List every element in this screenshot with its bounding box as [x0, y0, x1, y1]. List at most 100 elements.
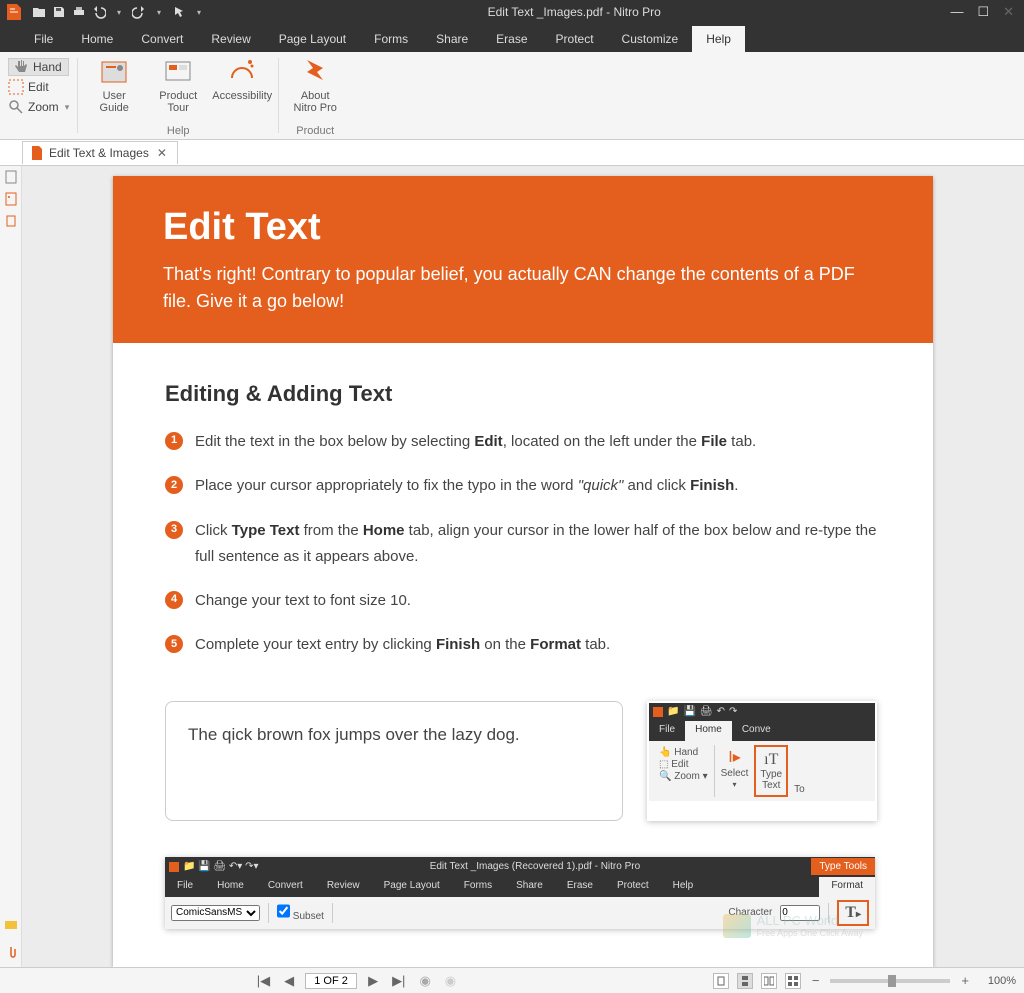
attachment-panel-icon[interactable] — [4, 945, 18, 959]
window-title: Edit Text _Images.pdf - Nitro Pro — [208, 5, 940, 19]
first-page-button[interactable]: |◀ — [254, 973, 273, 989]
prev-view-button[interactable]: ◉ — [416, 973, 433, 989]
tools-group: Hand Edit Zoom▾ — [0, 52, 77, 139]
product-tour-label: Product Tour — [159, 90, 197, 114]
page-input[interactable] — [305, 973, 357, 989]
document-tabs: Edit Text & Images ✕ — [0, 140, 1024, 166]
user-guide-icon — [98, 56, 130, 88]
minimize-button[interactable]: — — [950, 4, 963, 20]
step-2: 2Place your cursor appropriately to fix … — [165, 473, 877, 499]
section-title: Editing & Adding Text — [165, 381, 877, 407]
zoom-label: Zoom — [28, 100, 59, 114]
accessibility-icon — [226, 56, 258, 88]
edit-tool[interactable]: Edit — [8, 78, 69, 96]
help-group-title: Help — [167, 125, 190, 137]
step-number: 3 — [165, 521, 183, 539]
watermark-text: ALL PC World — [757, 913, 839, 928]
hand-icon — [13, 59, 29, 75]
next-view-button[interactable]: ◉ — [442, 973, 459, 989]
watermark-subtext: Free Apps One Click Away — [757, 928, 863, 938]
tab-page-layout[interactable]: Page Layout — [265, 26, 360, 52]
maximize-button[interactable]: ☐ — [977, 4, 989, 20]
watermark-icon — [723, 914, 751, 938]
step-number: 1 — [165, 432, 183, 450]
zoom-slider[interactable] — [830, 979, 950, 983]
file-menu[interactable]: File — [20, 26, 67, 52]
user-guide-label: User Guide — [100, 90, 129, 114]
prev-page-button[interactable]: ◀ — [281, 973, 297, 989]
comment-panel-icon[interactable] — [4, 919, 18, 933]
tab-review[interactable]: Review — [197, 26, 264, 52]
last-page-button[interactable]: ▶| — [389, 973, 408, 989]
hand-label: Hand — [33, 60, 62, 74]
zoom-tool[interactable]: Zoom▾ — [8, 98, 69, 116]
mini2-format-tab: Format — [819, 877, 875, 897]
step-3: 3Click Type Text from the Home tab, alig… — [165, 518, 877, 571]
view-single-button[interactable] — [713, 973, 729, 989]
close-tab-icon[interactable]: ✕ — [155, 146, 169, 160]
nitro-icon — [299, 56, 331, 88]
bookmarks-panel-icon[interactable] — [4, 192, 18, 206]
undo-icon[interactable] — [90, 3, 108, 21]
next-page-button[interactable]: ▶ — [365, 973, 381, 989]
ribbon: Hand Edit Zoom▾ User Guide Product Tour … — [0, 52, 1024, 140]
quick-access-toolbar: ▾ ▾ ▾ — [28, 3, 208, 21]
doc-tab-label: Edit Text & Images — [49, 146, 149, 160]
watermark: ALL PC WorldFree Apps One Click Away — [723, 913, 863, 938]
tab-home[interactable]: Home — [67, 26, 127, 52]
pages-panel-icon[interactable] — [4, 170, 18, 184]
tab-share[interactable]: Share — [422, 26, 482, 52]
product-tour-icon — [162, 56, 194, 88]
app-icon — [4, 2, 24, 22]
open-icon[interactable] — [30, 3, 48, 21]
view-facing-continuous-button[interactable] — [785, 973, 801, 989]
view-facing-button[interactable] — [761, 973, 777, 989]
help-group: User Guide Product Tour Accessibility He… — [78, 52, 278, 139]
page-area[interactable]: Edit Text That's right! Contrary to popu… — [22, 166, 1024, 967]
hero-banner: Edit Text That's right! Contrary to popu… — [113, 176, 933, 343]
product-tour-button[interactable]: Product Tour — [148, 56, 208, 114]
pdf-page: Edit Text That's right! Contrary to popu… — [113, 176, 933, 967]
mini-tab-convert: Conve — [732, 721, 781, 741]
app-thumbnail-1: 📁💾🖨↶↷ FileHomeConve 👆 Hand⬚ Edit🔍 Zoom ▾… — [647, 701, 877, 821]
status-bar: |◀ ◀ ▶ ▶| ◉ ◉ − + 100% — [0, 967, 1024, 993]
step-4: 4Change your text to font size 10. — [165, 588, 877, 614]
view-continuous-button[interactable] — [737, 973, 753, 989]
hero-title: Edit Text — [163, 206, 883, 249]
about-nitro-label: About Nitro Pro — [294, 90, 337, 114]
print-icon[interactable] — [70, 3, 88, 21]
steps-list: 1Edit the text in the box below by selec… — [165, 429, 877, 659]
tab-protect[interactable]: Protect — [542, 26, 608, 52]
typing-box: The qick brown fox jumps over the lazy d… — [165, 701, 623, 821]
select-tool-icon[interactable] — [170, 3, 188, 21]
mini2-title: Edit Text _Images (Recovered 1).pdf - Ni… — [259, 861, 812, 872]
window-controls: — ☐ ✕ — [940, 4, 1024, 20]
tab-erase[interactable]: Erase — [482, 26, 541, 52]
zoom-out-button[interactable]: − — [809, 973, 823, 988]
product-group: About Nitro Pro Product — [279, 52, 351, 139]
document-tab[interactable]: Edit Text & Images ✕ — [22, 141, 178, 164]
menu-tabs: File Home Convert Review Page Layout For… — [0, 24, 1024, 52]
redo-icon[interactable] — [130, 3, 148, 21]
tab-help[interactable]: Help — [692, 26, 745, 52]
mini2-typetools: Type Tools — [811, 858, 875, 875]
qat-dropdown3-icon[interactable]: ▾ — [190, 3, 208, 21]
hand-tool[interactable]: Hand — [8, 58, 69, 76]
about-nitro-button[interactable]: About Nitro Pro — [285, 56, 345, 114]
edit-icon — [8, 79, 24, 95]
tab-forms[interactable]: Forms — [360, 26, 422, 52]
mini2-font-select: ComicSansMS — [171, 905, 260, 921]
tab-customize[interactable]: Customize — [608, 26, 693, 52]
accessibility-button[interactable]: Accessibility — [212, 56, 272, 114]
zoom-in-button[interactable]: + — [958, 973, 972, 988]
step-number: 2 — [165, 476, 183, 494]
qat-dropdown2-icon[interactable]: ▾ — [150, 3, 168, 21]
step-5: 5Complete your text entry by clicking Fi… — [165, 632, 877, 658]
layers-panel-icon[interactable] — [4, 214, 18, 228]
tab-convert[interactable]: Convert — [127, 26, 197, 52]
close-button[interactable]: ✕ — [1003, 4, 1014, 20]
step-1: 1Edit the text in the box below by selec… — [165, 429, 877, 455]
save-icon[interactable] — [50, 3, 68, 21]
user-guide-button[interactable]: User Guide — [84, 56, 144, 114]
qat-dropdown-icon[interactable]: ▾ — [110, 3, 128, 21]
